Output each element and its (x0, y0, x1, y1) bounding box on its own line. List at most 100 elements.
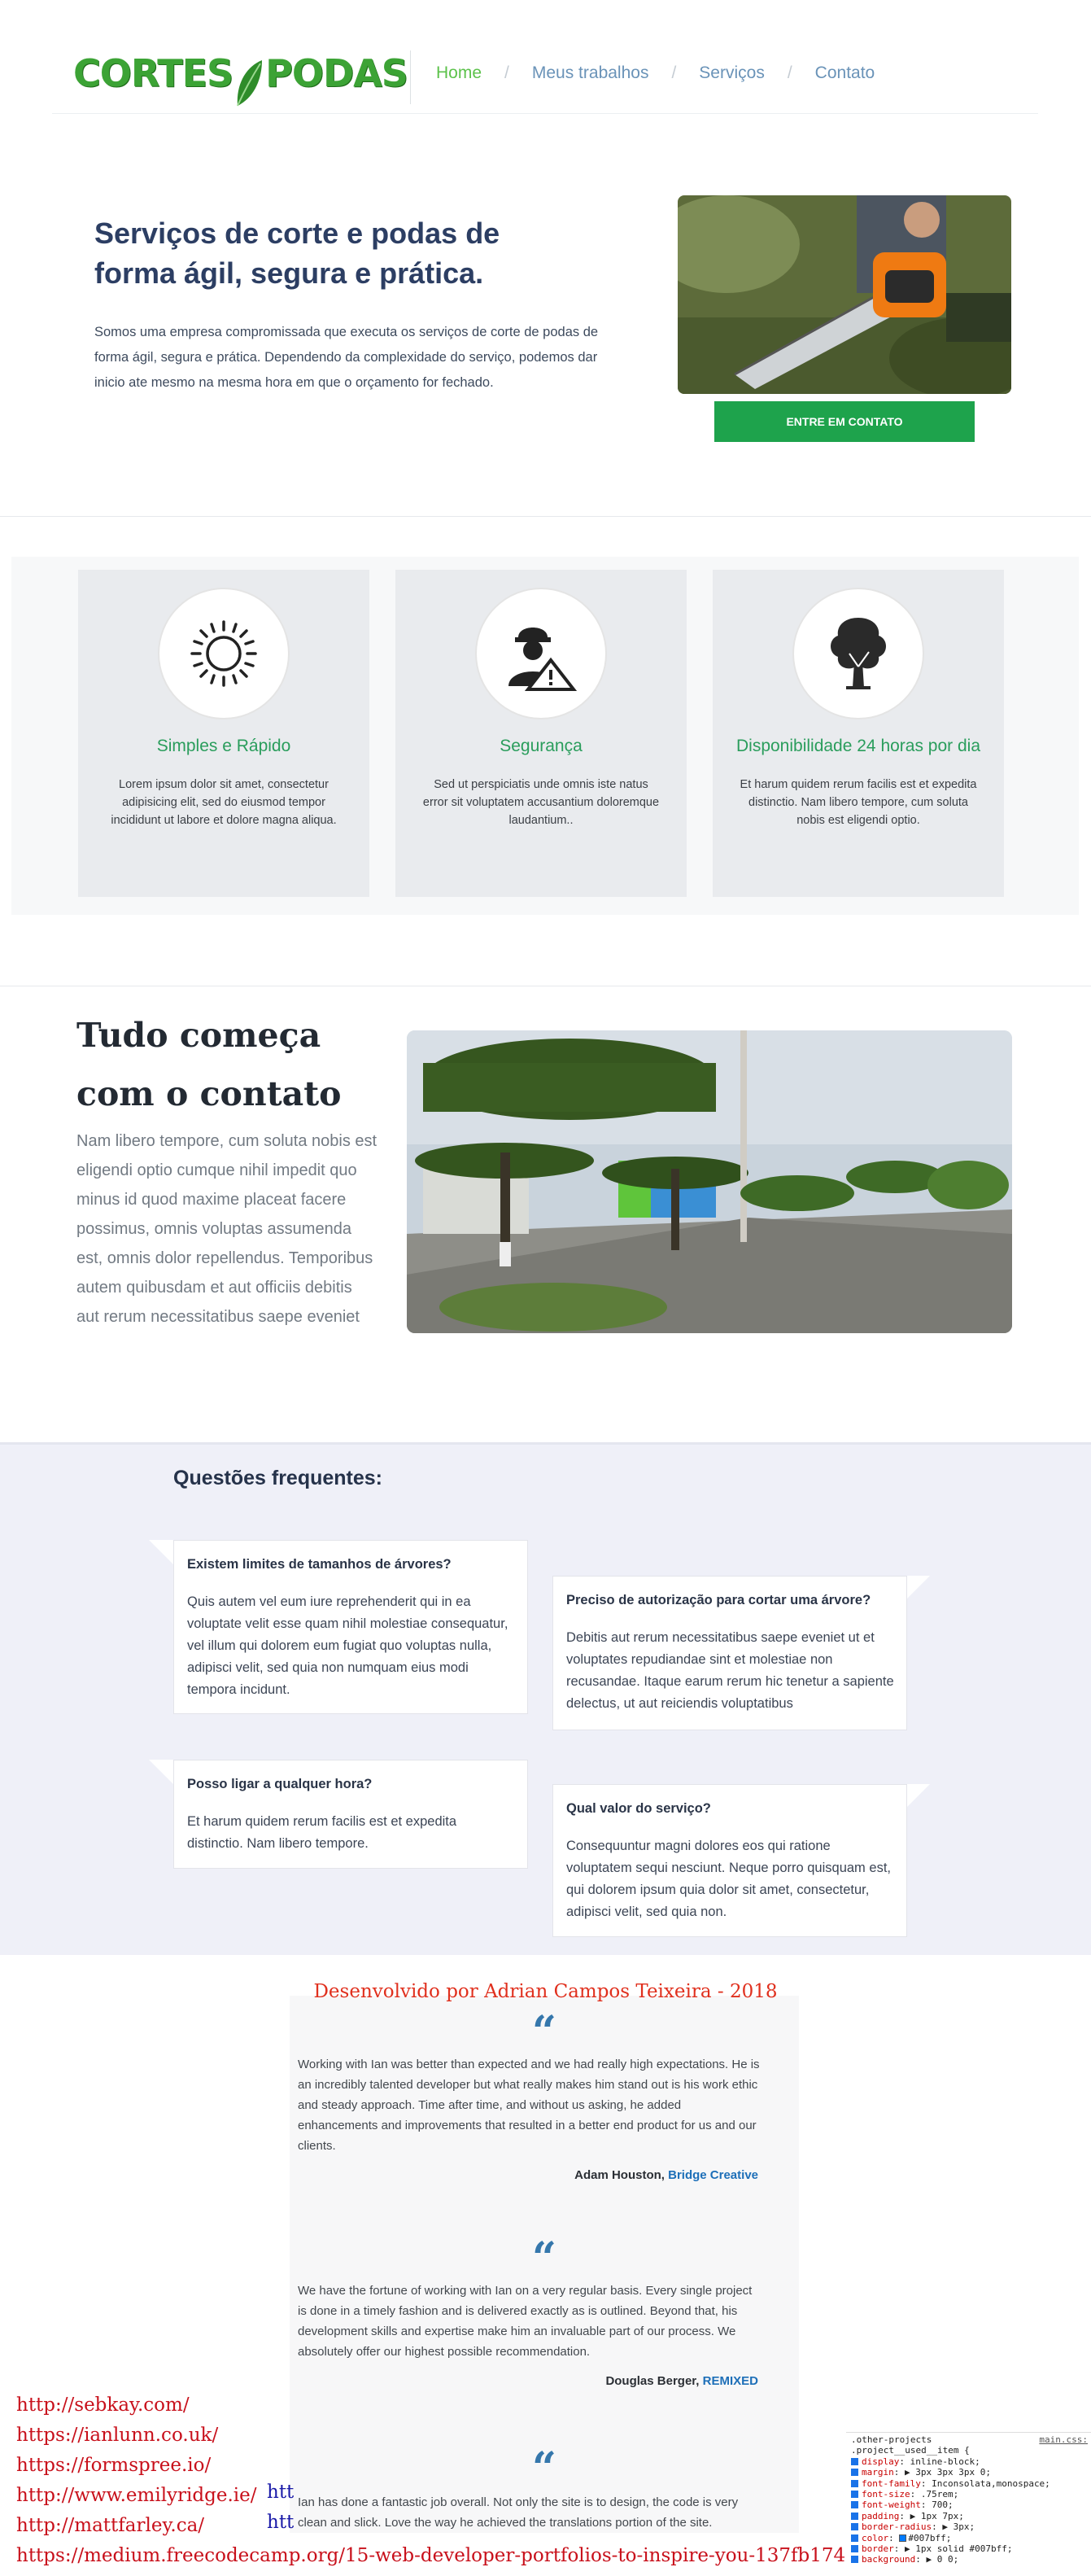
developer-credit: Desenvolvido por Adrian Campos Teixeira … (313, 1981, 778, 2002)
devtools-rule[interactable]: margin: ▶ 3px 3px 3px 0; (851, 2467, 1086, 2478)
faq-answer: Debitis aut rerum necessitatibus saepe e… (566, 1630, 894, 1711)
worker-warning-icon (508, 628, 578, 691)
author-name: Douglas Berger, (605, 2374, 700, 2388)
faq-item: Qual valor do serviço? Consequuntur magn… (552, 1784, 907, 1937)
css-property: border (862, 2543, 894, 2555)
faq-item: Preciso de autorização para cortar uma á… (552, 1576, 907, 1730)
faq-question: Posso ligar a qualquer hora? (187, 1777, 373, 1791)
hero-text: Somos uma empresa compromissada que exec… (94, 325, 599, 390)
link-emilyridge[interactable]: http://www.emilyridge.ie/ (16, 2481, 890, 2511)
reference-links: http://sebkay.com/ https://ianlunn.co.uk… (16, 2390, 890, 2571)
checkbox-icon[interactable] (851, 2479, 858, 2487)
author-company-link[interactable]: Bridge Creative (668, 2168, 758, 2182)
checkbox-icon[interactable] (851, 2534, 858, 2542)
checkbox-icon[interactable] (851, 2512, 858, 2520)
nav-meus-trabalhos[interactable]: Meus trabalhos (532, 63, 649, 83)
nav-home[interactable]: Home (436, 63, 482, 83)
feature-icon-circle (158, 588, 290, 719)
logo[interactable]: CORTES PODAS (73, 41, 408, 107)
logo-text-cortes: CORTES (73, 51, 233, 95)
devtools-rule[interactable]: background: ▶ 0 0; (851, 2554, 1086, 2565)
contact-title: Tudo começa com o contato (76, 1016, 342, 1113)
feature-text: Et harum quidem rerum facilis est et exp… (740, 778, 977, 827)
css-property: display (862, 2456, 900, 2467)
checkbox-icon[interactable] (851, 2457, 858, 2465)
devtools-rule[interactable]: border-radius: ▶ 3px; (851, 2521, 1086, 2532)
devtools-rule[interactable]: border: ▶ 1px solid #007bff; (851, 2543, 1086, 2554)
checkbox-icon[interactable] (851, 2556, 858, 2564)
devtools-styles-pane: main.css: .other-projects .project__used… (846, 2432, 1091, 2576)
faq-section (0, 1442, 1091, 1955)
testimonial-author: Douglas Berger, REMIXED (605, 2374, 758, 2388)
link-medium-portfolios[interactable]: https://medium.freecodecamp.org/15-web-d… (16, 2541, 890, 2571)
quote-icon: “ (532, 2007, 556, 2057)
devtools-rule[interactable]: font-family: Inconsolata,monospace; (851, 2478, 1086, 2489)
contact-cta-button[interactable]: ENTRE EM CONTATO (714, 401, 975, 442)
feature-icon-circle (792, 588, 924, 719)
devtools-selector: .project__used__item { (851, 2445, 970, 2456)
testimonial-text: We have the fortune of working with Ian … (298, 2284, 753, 2359)
devtools-rule[interactable]: font-weight: 700; (851, 2499, 1086, 2510)
nav-contato[interactable]: Contato (815, 63, 875, 83)
feature-title: Segurança (500, 737, 583, 755)
css-property: color (862, 2532, 889, 2543)
link-mattfarley[interactable]: http://mattfarley.ca/ (16, 2511, 890, 2541)
logo-text-podas: PODAS (265, 51, 408, 95)
css-value: 700; (932, 2499, 954, 2511)
link-truncated[interactable]: htt (267, 2478, 294, 2508)
chainsaw-photo (678, 195, 1011, 394)
sun-icon (190, 620, 257, 687)
nav-separator: / (671, 63, 677, 82)
faq-item: Posso ligar a qualquer hora? Et harum qu… (173, 1760, 528, 1869)
checkbox-icon[interactable] (851, 2545, 858, 2553)
nav-separator: / (787, 63, 792, 82)
devtools-rule[interactable]: color: #007bff; (851, 2533, 1086, 2543)
link-ianlunn[interactable]: https://ianlunn.co.uk/ (16, 2421, 890, 2451)
devtools-rule[interactable]: display: inline-block; (851, 2456, 1086, 2467)
reference-links-blue: htt htt (267, 2478, 294, 2538)
nav-servicos[interactable]: Serviços (699, 63, 765, 83)
css-property: margin (862, 2467, 894, 2478)
author-name: Adam Houston, (574, 2168, 665, 2182)
devtools-rule[interactable]: padding: ▶ 1px 7px; (851, 2511, 1086, 2521)
section-divider (0, 516, 1091, 517)
faq-answer: Consequuntur magni dolores eos qui ratio… (566, 1839, 891, 1919)
feature-text: Sed ut perspiciatis unde omnis iste natu… (422, 778, 660, 827)
faq-question: Preciso de autorização para cortar uma á… (566, 1593, 871, 1607)
color-swatch[interactable] (899, 2534, 907, 2542)
checkbox-icon[interactable] (851, 2491, 858, 2499)
nav-separator: / (504, 63, 509, 82)
quote-icon: “ (532, 2233, 556, 2283)
css-property: background (862, 2554, 916, 2565)
feature-icon-circle (475, 588, 607, 719)
css-value: ▶ 1px 7px; (910, 2510, 964, 2521)
faq-question: Qual valor do serviço? (566, 1801, 711, 1816)
checkbox-icon[interactable] (851, 2501, 858, 2509)
css-value: Inconsolata,monospace; (932, 2478, 1050, 2489)
link-formspree[interactable]: https://formspree.io/ (16, 2451, 890, 2481)
author-company-link[interactable]: REMIXED (703, 2374, 758, 2388)
checkbox-icon[interactable] (851, 2523, 858, 2531)
devtools-source-file[interactable]: main.css: (1039, 2434, 1088, 2445)
feature-card: Disponibilidade 24 horas por dia Et haru… (713, 570, 1004, 897)
devtools-rule[interactable]: font-size: .75rem; (851, 2489, 1086, 2499)
testimonial-text: Working with Ian was better than expecte… (298, 2058, 760, 2153)
link-truncated[interactable]: htt (267, 2508, 294, 2538)
css-property: font-weight (862, 2499, 921, 2511)
faq-item: Existem limites de tamanhos de árvores? … (173, 1540, 528, 1714)
css-property: border-radius (862, 2521, 932, 2533)
css-value: ▶ 1px solid #007bff; (905, 2543, 1013, 2555)
feature-card: Simples e Rápido Lorem ipsum dolor sit a… (78, 570, 369, 897)
faq-card-tab (906, 1784, 930, 1808)
site-header: CORTES PODAS (52, 0, 1038, 114)
pruned-trees-photo (407, 1030, 1012, 1333)
css-value: #007bff; (908, 2532, 952, 2543)
link-sebkay[interactable]: http://sebkay.com/ (16, 2390, 890, 2421)
feature-card: Segurança Sed ut perspiciatis unde omnis… (395, 570, 687, 897)
faq-answer: Quis autem vel eum iure reprehenderit qu… (187, 1594, 508, 1697)
testimonial-author: Adam Houston, Bridge Creative (574, 2168, 758, 2182)
checkbox-icon[interactable] (851, 2469, 858, 2477)
css-value: ▶ 3px 3px 3px 0; (905, 2467, 991, 2478)
faq-card-tab (149, 1760, 173, 1784)
css-value: .75rem; (920, 2489, 959, 2500)
